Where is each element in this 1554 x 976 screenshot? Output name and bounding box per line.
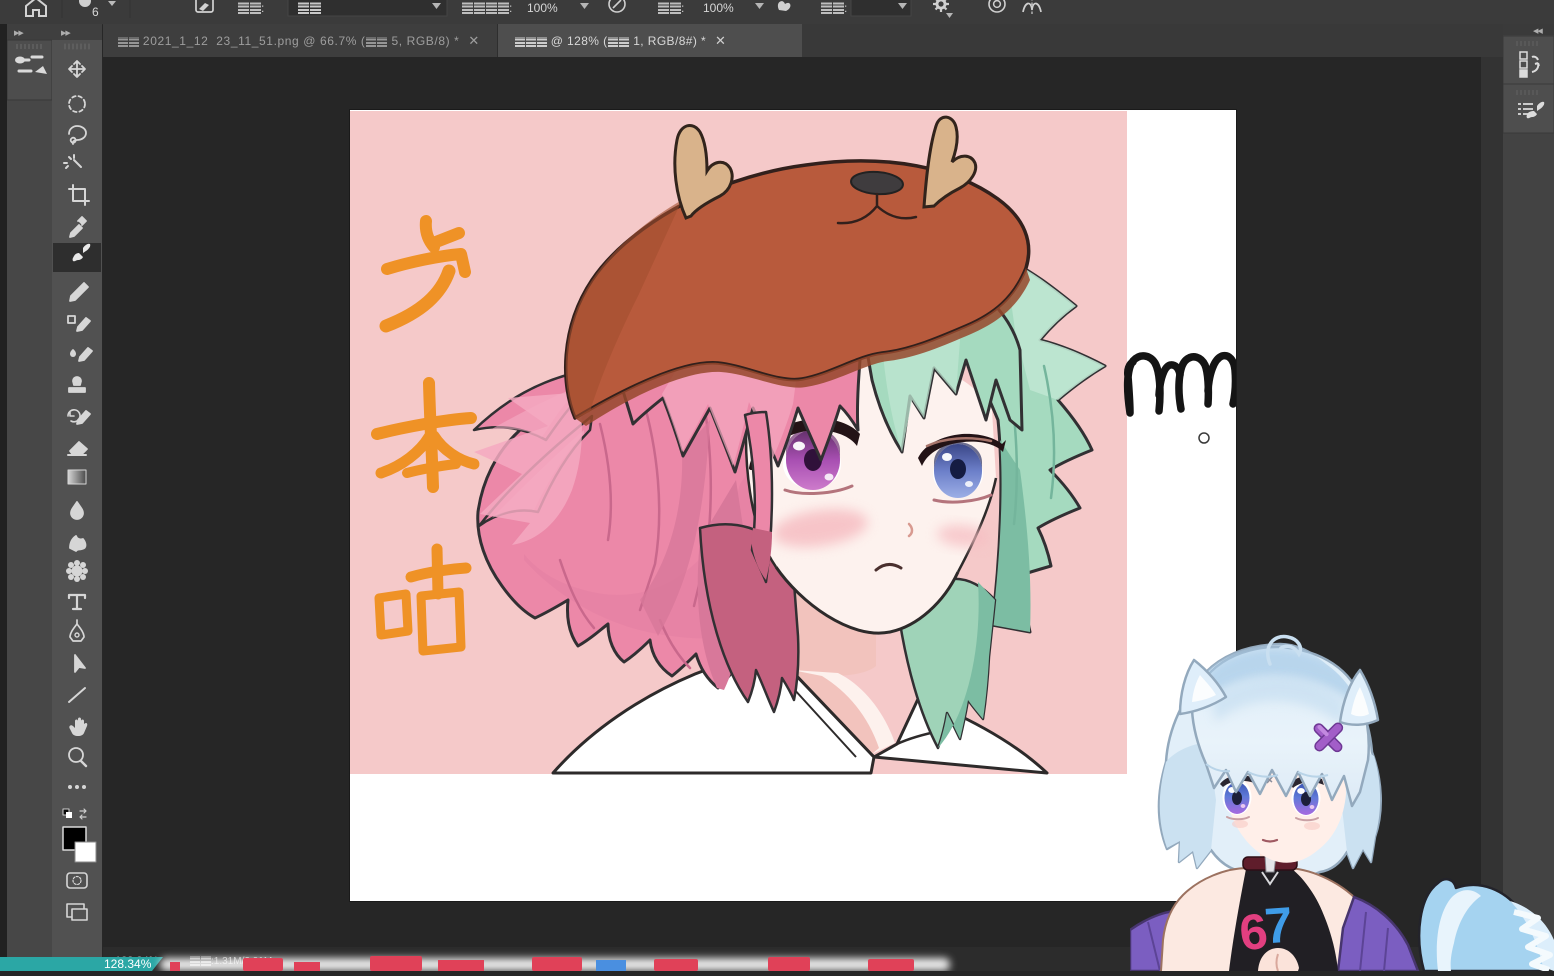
svg-text:128.34%: 128.34% — [104, 957, 152, 971]
